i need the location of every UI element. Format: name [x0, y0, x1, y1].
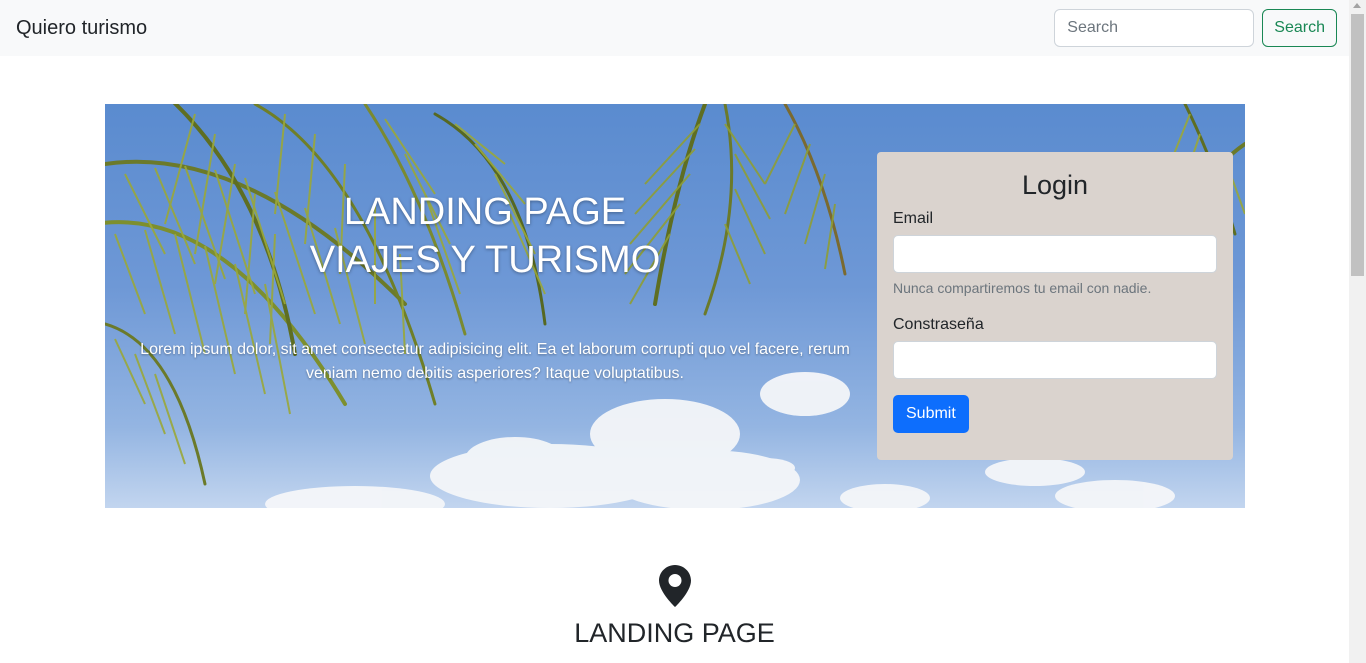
brand-link[interactable]: Quiero turismo — [16, 18, 147, 38]
search-form: Search — [1054, 9, 1337, 47]
search-input[interactable] — [1054, 9, 1255, 47]
scroll-thumb[interactable] — [1351, 14, 1364, 276]
hero-title: LANDING PAGE VIAJES Y TURISMO — [235, 188, 735, 284]
feature-section: LANDING PAGE — [0, 565, 1349, 651]
hero-description: Lorem ipsum dolor, sit amet consectetur … — [140, 341, 850, 382]
email-help-text: Nunca compartiremos tu email con nadie. — [893, 280, 1152, 296]
map-pin-icon — [658, 565, 691, 607]
feature-title: LANDING PAGE — [574, 618, 775, 648]
login-card: Login Email Nunca compartiremos tu email… — [877, 152, 1233, 460]
email-field[interactable] — [893, 235, 1217, 273]
scroll-up-arrow-icon[interactable] — [1353, 3, 1361, 8]
login-title: Login — [1021, 170, 1089, 200]
page-scrollbar[interactable] — [1349, 0, 1366, 663]
password-field[interactable] — [893, 341, 1217, 379]
hero-banner: LANDING PAGE VIAJES Y TURISMO Lorem ipsu… — [105, 104, 1245, 508]
submit-button[interactable]: Submit — [893, 395, 969, 433]
search-button[interactable]: Search — [1262, 9, 1337, 47]
password-label: Constraseña — [893, 316, 984, 333]
hero-title-line-2: VIAJES Y TURISMO — [309, 239, 661, 281]
email-label: Email — [893, 210, 934, 227]
hero-title-line-1: LANDING PAGE — [343, 191, 627, 233]
navbar: Quiero turismo Search — [0, 0, 1349, 56]
